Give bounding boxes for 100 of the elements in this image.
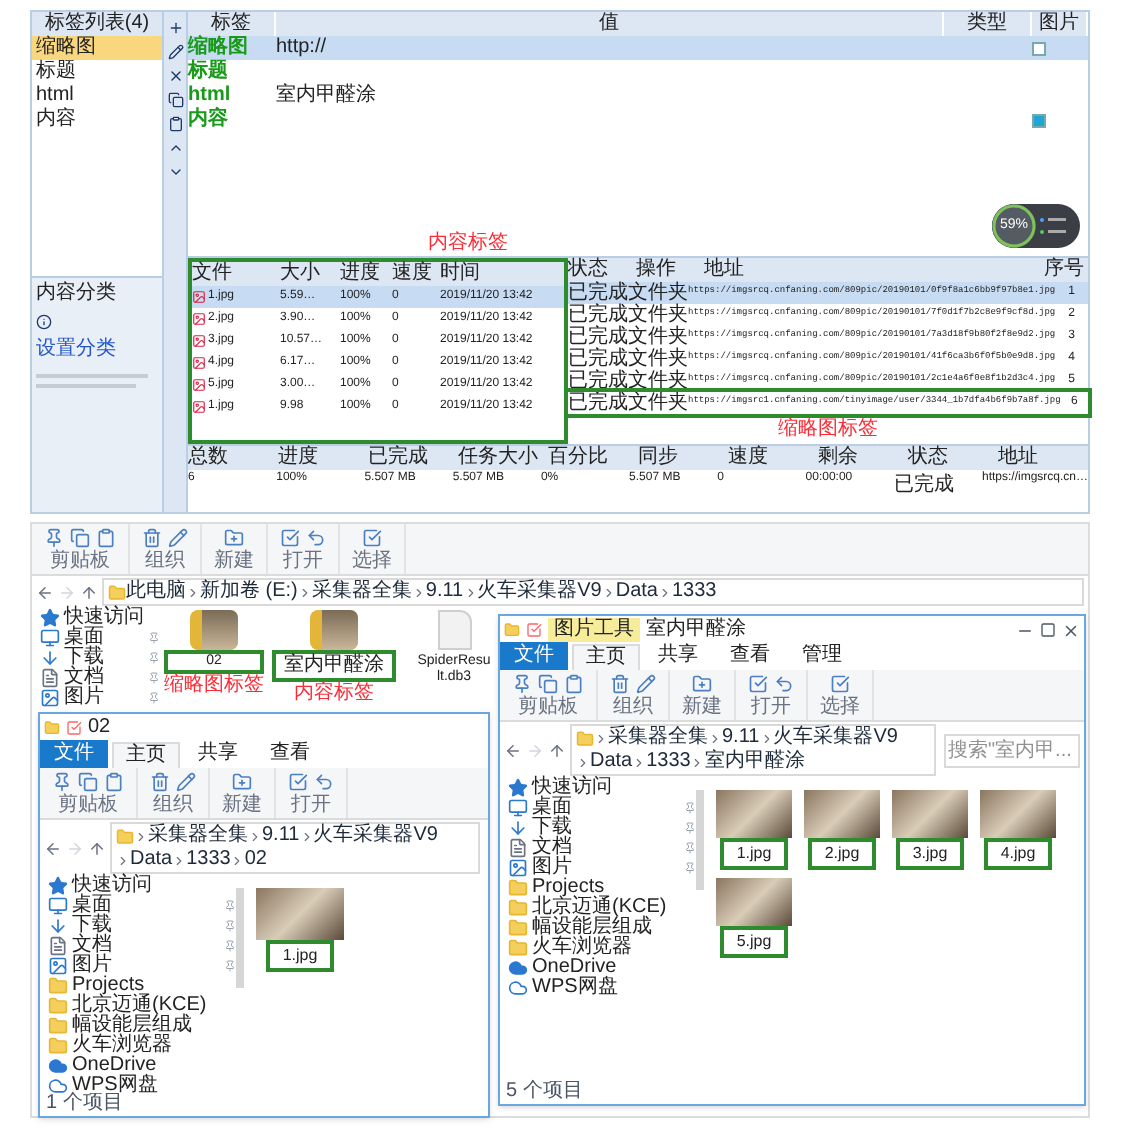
ribbon-tool-icon[interactable] bbox=[70, 528, 90, 548]
toolbar-icon[interactable] bbox=[167, 20, 183, 36]
file-name[interactable]: 4.jpg bbox=[984, 838, 1052, 870]
tag-item[interactable]: html bbox=[32, 84, 162, 108]
ribbon-tool-icon[interactable] bbox=[748, 674, 768, 694]
nav-item[interactable]: 下载 bbox=[48, 916, 236, 936]
column-header[interactable]: 序号 bbox=[1044, 258, 1088, 282]
ribbon-tab[interactable]: 文件 bbox=[500, 642, 568, 670]
nav-item[interactable]: 下载 bbox=[40, 648, 160, 668]
file-name[interactable]: 室内甲醛涂 bbox=[272, 650, 396, 682]
column-header[interactable]: 操作 bbox=[636, 258, 704, 282]
column-header[interactable]: 地址 bbox=[998, 446, 1088, 470]
path-segment[interactable]: 采集器全集 bbox=[608, 726, 708, 750]
scrollbar[interactable] bbox=[236, 888, 244, 988]
tool-tab[interactable]: 图片工具 bbox=[548, 618, 640, 642]
nav-item[interactable]: OneDrive bbox=[508, 958, 696, 978]
column-header[interactable]: 文件 bbox=[192, 262, 280, 286]
file-name[interactable]: 1.jpg bbox=[720, 838, 788, 870]
tag-row[interactable]: html 室内甲醛涂 bbox=[188, 84, 1088, 108]
nav-item[interactable]: 火车浏览器 bbox=[48, 1036, 236, 1056]
ribbon-tool-icon[interactable] bbox=[44, 528, 64, 548]
nav-item[interactable]: OneDrive bbox=[48, 1056, 236, 1076]
settings-link[interactable]: 设置分类 bbox=[36, 338, 158, 362]
nav-item[interactable]: 图片 bbox=[40, 688, 160, 708]
ribbon-tab[interactable]: 主页 bbox=[112, 742, 180, 768]
nav-item[interactable]: 北京迈通(KCE) bbox=[48, 996, 236, 1016]
address-bar[interactable]: 采集器全集 9.11 火车采集器V9 Data 1333 室内甲醛涂 bbox=[570, 724, 936, 776]
back-icon[interactable] bbox=[36, 583, 54, 601]
ribbon-tool-icon[interactable] bbox=[692, 674, 712, 694]
nav-item[interactable]: 桌面 bbox=[48, 896, 236, 916]
checkbox[interactable] bbox=[1032, 41, 1046, 55]
file-name[interactable]: 2.jpg bbox=[808, 838, 876, 870]
nav-item[interactable]: 快速访问 bbox=[508, 778, 696, 798]
close-icon[interactable] bbox=[1062, 621, 1080, 639]
ribbon-tab[interactable]: 查看 bbox=[716, 642, 784, 670]
column-header[interactable]: 进度 bbox=[340, 262, 392, 286]
column-header[interactable]: 时间 bbox=[440, 262, 564, 286]
nav-item[interactable]: 桌面 bbox=[40, 628, 160, 648]
ribbon-tool-icon[interactable] bbox=[176, 772, 196, 792]
column-header[interactable]: 速度 bbox=[728, 446, 818, 470]
tag-item[interactable]: 内容 bbox=[32, 108, 162, 132]
column-header[interactable]: 地址 bbox=[704, 258, 1044, 282]
ribbon-tool-icon[interactable] bbox=[104, 772, 124, 792]
tag-item[interactable]: 缩略图 bbox=[32, 36, 162, 60]
ribbon-tab[interactable]: 主页 bbox=[572, 644, 640, 670]
nav-item[interactable]: 图片 bbox=[508, 858, 696, 878]
ribbon-tool-icon[interactable] bbox=[52, 772, 72, 792]
ribbon-tab[interactable]: 查看 bbox=[256, 740, 324, 768]
ribbon-tool-icon[interactable] bbox=[78, 772, 98, 792]
path-segment[interactable]: 1333 bbox=[186, 848, 231, 872]
back-icon[interactable] bbox=[44, 839, 62, 857]
back-icon[interactable] bbox=[504, 741, 522, 759]
ribbon-tab[interactable]: 共享 bbox=[644, 642, 712, 670]
ribbon-tool-icon[interactable] bbox=[288, 772, 308, 792]
path-segment[interactable]: Data bbox=[130, 848, 173, 872]
file-name[interactable]: 3.jpg bbox=[896, 838, 964, 870]
address-bar[interactable]: 此电脑 新加卷 (E:) 采集器全集 9.11 火车采集器V9 Data 1333 bbox=[102, 578, 1084, 606]
ribbon-tool-icon[interactable] bbox=[150, 772, 170, 792]
column-header[interactable]: 剩余 bbox=[818, 446, 908, 470]
tag-row[interactable]: 标题 bbox=[188, 60, 1088, 84]
toolbar-icon[interactable] bbox=[167, 116, 183, 132]
path-segment[interactable]: 采集器全集 bbox=[311, 580, 412, 604]
path-segment[interactable]: 火车采集器V9 bbox=[773, 726, 898, 750]
ribbon-tool-icon[interactable] bbox=[96, 528, 116, 548]
path-segment[interactable]: 新加卷 (E:) bbox=[200, 580, 298, 604]
column-header[interactable]: 状态 bbox=[568, 258, 636, 282]
path-segment[interactable]: 火车采集器V9 bbox=[313, 824, 438, 848]
toolbar-icon[interactable] bbox=[167, 68, 183, 84]
address-bar[interactable]: 采集器全集 9.11 火车采集器V9 Data 1333 02 bbox=[110, 822, 480, 874]
tag-row[interactable]: 缩略图 http:// bbox=[188, 36, 1088, 60]
ribbon-tab[interactable]: 文件 bbox=[40, 740, 108, 768]
maximize-icon[interactable] bbox=[1040, 622, 1056, 638]
nav-item[interactable]: 幅设能层组成 bbox=[48, 1016, 236, 1036]
column-header[interactable]: 任务大小 bbox=[458, 446, 548, 470]
path-segment[interactable]: 火车采集器V9 bbox=[477, 580, 602, 604]
ribbon-tool-icon[interactable] bbox=[280, 528, 300, 548]
up-icon[interactable] bbox=[88, 839, 106, 857]
ribbon-tool-icon[interactable] bbox=[362, 528, 382, 548]
nav-item[interactable]: 快速访问 bbox=[40, 608, 160, 628]
ribbon-tool-icon[interactable] bbox=[636, 674, 656, 694]
file-name[interactable]: 1.jpg bbox=[266, 940, 334, 972]
ribbon-tool-icon[interactable] bbox=[512, 674, 532, 694]
nav-item[interactable]: 火车浏览器 bbox=[508, 938, 696, 958]
path-segment[interactable]: 02 bbox=[244, 848, 267, 872]
path-segment[interactable]: 1333 bbox=[671, 580, 717, 604]
toolbar-icon[interactable] bbox=[167, 92, 183, 108]
nav-item[interactable]: 图片 bbox=[48, 956, 236, 976]
ribbon-tool-icon[interactable] bbox=[306, 528, 326, 548]
ribbon-tool-icon[interactable] bbox=[224, 528, 244, 548]
path-segment[interactable]: 9.11 bbox=[425, 580, 464, 604]
path-segment[interactable]: 1333 bbox=[646, 750, 691, 774]
nav-item[interactable]: 幅设能层组成 bbox=[508, 918, 696, 938]
file-name[interactable]: 5.jpg bbox=[720, 926, 788, 958]
path-segment[interactable]: Data bbox=[615, 580, 658, 604]
toolbar-icon[interactable] bbox=[167, 44, 183, 60]
ribbon-tool-icon[interactable] bbox=[610, 674, 630, 694]
path-segment[interactable]: 采集器全集 bbox=[148, 824, 248, 848]
tag-row[interactable]: 内容 bbox=[188, 108, 1088, 132]
search-field[interactable]: 搜索"室内甲... bbox=[944, 733, 1080, 767]
path-segment[interactable]: Data bbox=[590, 750, 633, 774]
